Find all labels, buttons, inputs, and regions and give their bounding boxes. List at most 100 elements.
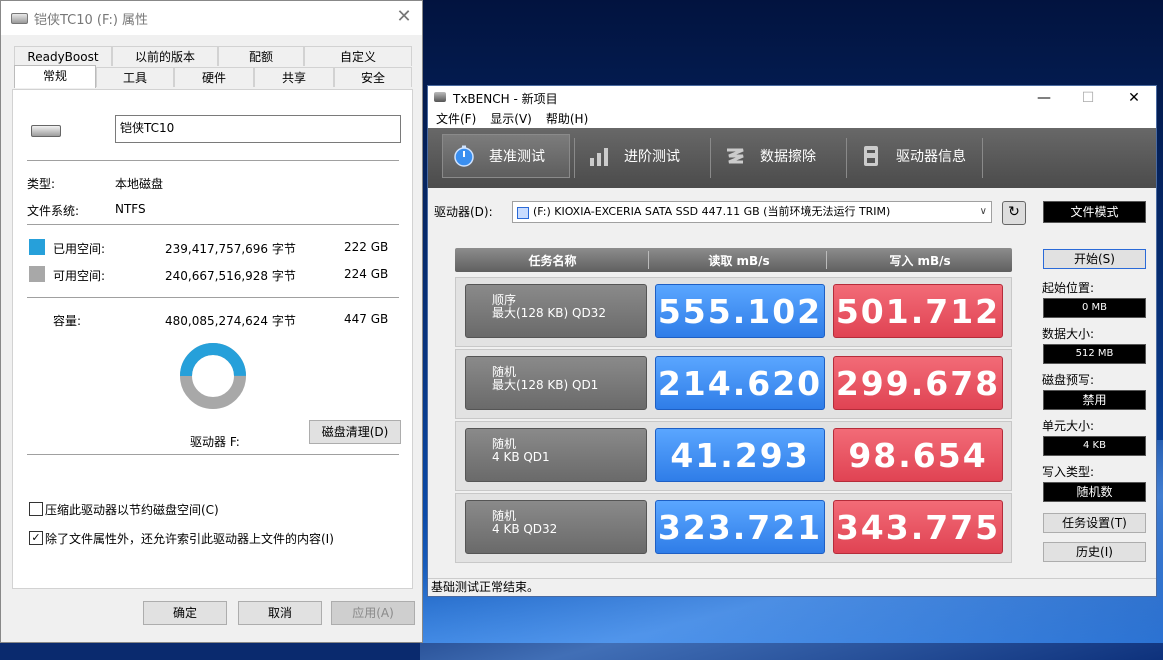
capacity-gb: 447 GB: [344, 312, 389, 326]
drive-large-icon: [31, 125, 61, 137]
drive-label: 驱动器(D):: [434, 205, 493, 219]
chevron-down-icon: ∨: [979, 206, 987, 217]
tab-customize[interactable]: 自定义: [304, 46, 412, 66]
ssd-icon: [517, 207, 529, 219]
menu-help[interactable]: 帮助(H): [546, 108, 594, 128]
ok-button[interactable]: 确定: [143, 601, 227, 625]
precondition-value[interactable]: 禁用: [1043, 390, 1146, 410]
compress-checkbox[interactable]: [29, 502, 43, 516]
task-button-rnd-4k-qd32[interactable]: 随机 4 KB QD32: [465, 500, 647, 554]
apply-button[interactable]: 应用(A): [331, 601, 415, 625]
results-header: 任务名称 读取 mB/s 写入 mB/s: [455, 248, 1012, 272]
tab-tools[interactable]: 工具: [96, 67, 174, 87]
divider: [27, 224, 399, 225]
tab-general[interactable]: 常规: [14, 65, 96, 88]
task-button-rnd-4k-qd1[interactable]: 随机 4 KB QD1: [465, 428, 647, 482]
free-space-gb: 224 GB: [344, 267, 389, 281]
txbench-title: TxBENCH - 新项目: [453, 92, 558, 106]
tab-quota[interactable]: 配额: [218, 46, 304, 66]
result-row-rnd-128k-qd1: 随机 最大(128 KB) QD1 214.620 299.678: [455, 349, 1012, 419]
toolbar-advanced-label: 进阶测试: [624, 149, 680, 165]
type-value: 本地磁盘: [115, 177, 164, 191]
minimize-icon[interactable]: —: [1026, 88, 1062, 108]
tab-sharing[interactable]: 共享: [254, 67, 334, 87]
stopwatch-icon: [454, 145, 474, 167]
task-settings-button[interactable]: 任务设置(T): [1043, 513, 1146, 533]
start-button[interactable]: 开始(S): [1043, 249, 1146, 269]
toolbar-advanced[interactable]: 进阶测试: [578, 134, 708, 178]
unit-size-value[interactable]: 4 KB: [1043, 436, 1146, 456]
toolbar-benchmark[interactable]: 基准测试: [442, 134, 570, 178]
task-params: 4 KB QD1: [492, 450, 550, 464]
refresh-icon[interactable]: ↻: [1002, 201, 1026, 225]
read-value: 323.721: [655, 500, 825, 554]
menu-view[interactable]: 显示(V): [490, 108, 538, 128]
close-icon[interactable]: ✕: [1116, 88, 1152, 108]
index-label: 除了文件属性外，还允许索引此驱动器上文件的内容(I): [45, 532, 334, 546]
write-type-value[interactable]: 随机数: [1043, 482, 1146, 502]
maximize-icon[interactable]: ☐: [1070, 88, 1106, 108]
task-params: 最大(128 KB) QD1: [492, 378, 599, 392]
tab-row-bottom: 常规 工具 硬件 共享 安全: [14, 65, 412, 88]
type-label: 类型:: [27, 177, 56, 191]
drive-name-input[interactable]: 铠侠TC10: [115, 115, 401, 143]
used-space-swatch: [29, 239, 45, 255]
drive-icon: [11, 12, 28, 24]
task-button-rnd-128k-qd1[interactable]: 随机 最大(128 KB) QD1: [465, 356, 647, 410]
write-value: 501.712: [833, 284, 1003, 338]
tab-hardware[interactable]: 硬件: [174, 67, 254, 87]
mode-toolbar: 基准测试 进阶测试 数据擦除 驱动器信息: [428, 128, 1156, 188]
tab-previous-versions[interactable]: 以前的版本: [112, 46, 218, 66]
file-mode-button[interactable]: 文件模式: [1043, 201, 1146, 223]
capacity-label: 容量:: [53, 314, 82, 328]
tab-row-top: ReadyBoost 以前的版本 配额 自定义: [14, 46, 412, 66]
index-checkbox[interactable]: ✓: [29, 531, 43, 545]
header-separator: [826, 251, 827, 269]
txbench-window: TxBENCH - 新项目 — ☐ ✕ 文件(F) 显示(V) 帮助(H) 基准…: [427, 85, 1157, 597]
capacity-bytes: 480,085,274,624 字节: [165, 314, 296, 328]
col-task-name: 任务名称: [528, 254, 577, 268]
free-space-swatch: [29, 266, 45, 282]
drive-select[interactable]: (F:) KIOXIA-EXCERIA SATA SSD 447.11 GB (…: [512, 201, 992, 223]
toolbar-separator: [710, 138, 711, 178]
menu-bar: 文件(F) 显示(V) 帮助(H): [428, 108, 1156, 128]
close-icon[interactable]: ✕: [394, 7, 414, 27]
task-params: 最大(128 KB) QD32: [492, 306, 606, 320]
start-position-value[interactable]: 0 MB: [1043, 298, 1146, 318]
divider: [27, 454, 399, 455]
task-params: 4 KB QD32: [492, 522, 558, 536]
disk-usage-donut: [180, 343, 246, 409]
divider: [27, 160, 399, 161]
disk-cleanup-button[interactable]: 磁盘清理(D): [309, 420, 401, 444]
drive-info-icon: [864, 146, 878, 166]
result-row-seq-qd32: 顺序 最大(128 KB) QD32 555.102 501.712: [455, 277, 1012, 347]
read-value: 41.293: [655, 428, 825, 482]
result-row-rnd-4k-qd1: 随机 4 KB QD1 41.293 98.654: [455, 421, 1012, 491]
toolbar-drive-info[interactable]: 驱动器信息: [850, 134, 980, 178]
toolbar-separator: [574, 138, 575, 178]
tab-readyboost[interactable]: ReadyBoost: [14, 46, 112, 66]
col-read: 读取 mB/s: [708, 254, 770, 268]
properties-titlebar[interactable]: 铠侠TC10 (F:) 属性: [1, 1, 422, 35]
write-value: 343.775: [833, 500, 1003, 554]
start-position-label: 起始位置:: [1042, 281, 1095, 295]
read-value: 214.620: [655, 356, 825, 410]
cancel-button[interactable]: 取消: [238, 601, 322, 625]
menu-file[interactable]: 文件(F): [436, 108, 482, 128]
header-separator: [648, 251, 649, 269]
history-button[interactable]: 历史(I): [1043, 542, 1146, 562]
toolbar-erase[interactable]: 数据擦除: [714, 134, 844, 178]
task-button-seq-qd32[interactable]: 顺序 最大(128 KB) QD32: [465, 284, 647, 338]
toolbar-drive-info-label: 驱动器信息: [896, 149, 966, 165]
txbench-titlebar[interactable]: TxBENCH - 新项目 — ☐ ✕: [428, 86, 1156, 108]
status-bar: 基础测试正常结束。: [428, 578, 1156, 596]
used-space-bytes: 239,417,757,696 字节: [165, 242, 296, 256]
write-type-label: 写入类型:: [1042, 465, 1095, 479]
divider: [27, 297, 399, 298]
unit-size-label: 单元大小:: [1042, 419, 1095, 433]
erase-icon: [727, 148, 744, 164]
filesystem-value: NTFS: [115, 202, 146, 216]
tab-security[interactable]: 安全: [334, 67, 412, 87]
data-size-value[interactable]: 512 MB: [1043, 344, 1146, 364]
precondition-label: 磁盘预写:: [1042, 373, 1095, 387]
